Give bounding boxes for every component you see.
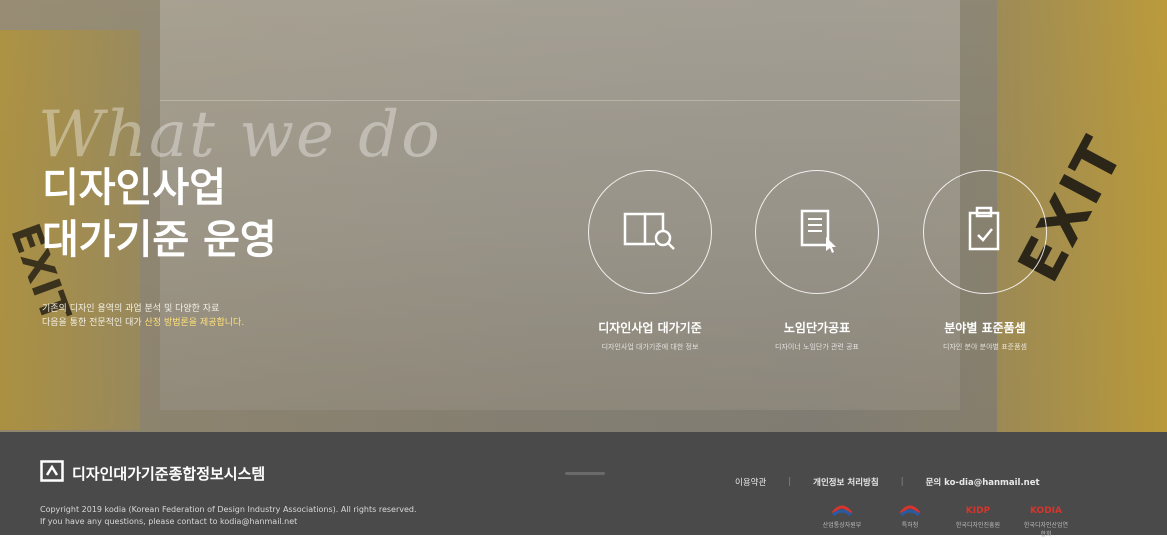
- partner-logo-kidp[interactable]: KIDP 한국디자인진흥원: [954, 502, 1002, 538]
- site-footer: 디자인대가기준종합정보시스템 Copyright 2019 kodia (Kor…: [0, 432, 1167, 538]
- page-title: 디자인사업 대가기준 운영: [42, 162, 277, 266]
- kodia-mark: KODIA: [1029, 506, 1062, 516]
- partner-name: 산업통상자원부: [822, 522, 862, 529]
- partner-logo-kodia[interactable]: KODIA 한국디자인산업연합회: [1022, 502, 1070, 538]
- service-circle[interactable]: [588, 170, 712, 294]
- service-label[interactable]: 디자인사업 대가기준: [565, 319, 735, 336]
- footer-nav: 이용약관 | 개인정보 처리방침 | 문의 ko-dia@hanmail.net: [735, 476, 1040, 488]
- service-label[interactable]: 노임단가공표: [732, 319, 902, 336]
- copyright-text: Copyright 2019 kodia (Korean Federation …: [40, 505, 417, 514]
- clipboard-check-icon: [962, 205, 1008, 259]
- description-line-2: 다음을 통한 전문적인 대가 산정 방법론을 제공합니다.: [42, 316, 244, 330]
- footer-copyright: Copyright 2019 kodia (Korean Federation …: [40, 504, 417, 528]
- footer-handle: [565, 472, 605, 475]
- description-line-1: 기존의 디자인 용역의 과업 분석 및 다양한 자료: [42, 304, 220, 314]
- service-circle[interactable]: [923, 170, 1047, 294]
- privacy-policy-link[interactable]: 개인정보 처리방침: [813, 476, 879, 488]
- service-standard-estimates[interactable]: 분야별 표준품셈 디자인 분야 분야별 표준품셈: [900, 170, 1070, 352]
- title-line-2: 대가기준 운영: [42, 217, 277, 263]
- nav-separator: |: [900, 477, 904, 487]
- partner-logos: 산업통상자원부 특허청 KIDP 한국디자인진흥원 KODIA 한국디자인산업연…: [818, 502, 1070, 538]
- nav-separator: |: [788, 477, 792, 487]
- service-sub: 디자이너 노임단가 관련 공표: [775, 343, 859, 351]
- logo-text: 디자인대가기준종합정보시스템: [72, 464, 266, 483]
- partner-name: 특허청: [901, 522, 919, 529]
- terms-link[interactable]: 이용약관: [735, 476, 766, 488]
- kipo-mark-icon: [886, 502, 934, 520]
- partner-name: 한국디자인산업연합회: [1023, 522, 1069, 538]
- footer-logo[interactable]: 디자인대가기준종합정보시스템: [40, 460, 265, 486]
- partner-name: 한국디자인진흥원: [955, 522, 1001, 529]
- title-line-1: 디자인사업: [42, 165, 226, 211]
- description-highlight: 산정 방법론을 제공합니다.: [144, 318, 245, 328]
- motie-mark-icon: [818, 502, 866, 520]
- script-heading: What we do: [38, 98, 442, 172]
- logo-icon: [40, 460, 64, 486]
- service-wage-announcement[interactable]: 노임단가공표 디자이너 노임단가 관련 공표: [732, 170, 902, 352]
- service-circle[interactable]: [755, 170, 879, 294]
- hero-banner: EXIT EXIT What we do 디자인사업 대가기준 운영 기존의 디…: [0, 0, 1167, 432]
- service-design-fee-standard[interactable]: 디자인사업 대가기준 디자인사업 대가기준에 대한 정보: [565, 170, 735, 352]
- document-cursor-icon: [792, 205, 842, 259]
- service-label[interactable]: 분야별 표준품셈: [900, 319, 1070, 336]
- book-search-icon: [621, 208, 679, 256]
- inquiry-link[interactable]: 문의 ko-dia@hanmail.net: [926, 476, 1040, 488]
- partner-logo-motie[interactable]: 산업통상자원부: [818, 502, 866, 538]
- description-line-2-text: 다음을 통한 전문적인 대가: [42, 318, 145, 328]
- kidp-mark: KIDP: [965, 506, 991, 516]
- contact-text: If you have any questions, please contac…: [40, 517, 298, 526]
- service-sub: 디자인사업 대가기준에 대한 정보: [601, 343, 699, 351]
- hero-description: 기존의 디자인 용역의 과업 분석 및 다양한 자료 다음을 통한 전문적인 대…: [42, 302, 244, 330]
- partner-logo-kipo[interactable]: 특허청: [886, 502, 934, 538]
- service-sub: 디자인 분야 분야별 표준품셈: [943, 343, 1027, 351]
